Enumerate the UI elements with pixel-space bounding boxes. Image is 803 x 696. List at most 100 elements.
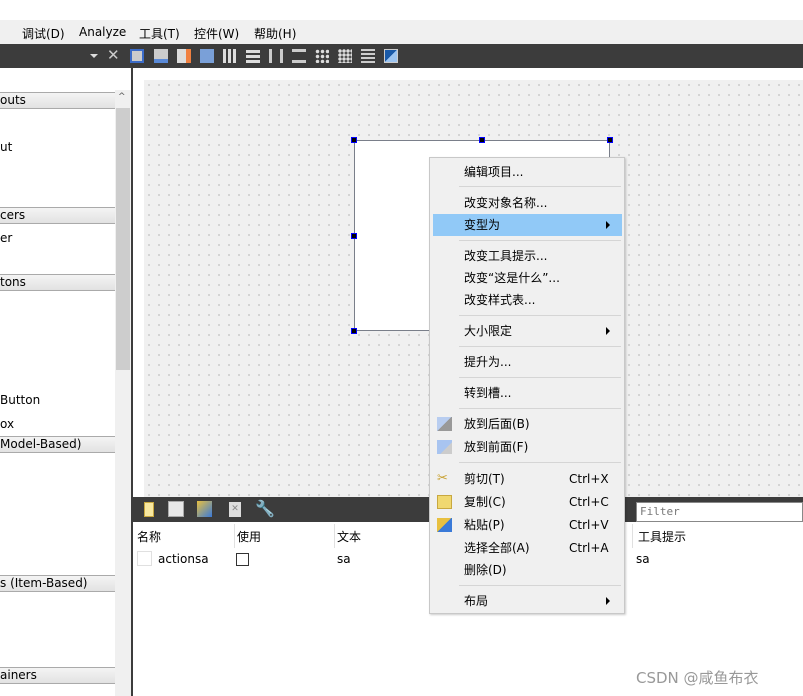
column-divider [632,524,633,548]
category-layouts[interactable]: outs [0,92,115,109]
widget-item[interactable]: ox [0,417,14,431]
watermark: CSDN @咸鱼布衣 [636,669,759,687]
menu-item-label: 改变样式表... [464,293,536,307]
submenu-arrow-icon [606,221,610,229]
menu-separator [459,462,621,463]
layout-horizontal-icon[interactable] [223,49,237,63]
scrollbar-thumb[interactable] [116,108,130,370]
submenu-arrow-icon [606,597,610,605]
copy-icon [437,495,452,509]
menu-item-label: 布局 [464,594,489,608]
column-divider [334,524,335,548]
resize-handle[interactable] [479,137,485,143]
menu-item-label: 改变“这是什么”... [464,271,560,285]
action-text: sa [337,552,351,566]
category-containers[interactable]: ainers [0,667,115,684]
close-icon[interactable]: ✕ [107,46,120,64]
layout-vertical-icon[interactable] [246,49,260,63]
menu-item-cut[interactable]: ✂ 剪切(T) Ctrl+X [433,468,622,490]
shortcut: Ctrl+A [569,541,609,555]
column-divider [234,524,235,548]
edit-signals-slots-icon[interactable] [154,49,168,63]
shortcut: Ctrl+X [569,472,609,486]
menu-item-promote-to[interactable]: 提升为... [433,351,622,373]
menu-item-label: 转到槽... [464,386,512,400]
edit-buddies-icon[interactable] [177,49,191,63]
menu-item-label: 放到后面(B) [464,417,530,431]
send-to-back-icon [437,417,452,431]
resize-handle[interactable] [351,233,357,239]
menu-debug[interactable]: 调试(D) [22,25,65,42]
menu-separator [459,585,621,586]
menu-item-change-whats-this[interactable]: 改变“这是什么”... [433,267,622,289]
menu-help[interactable]: 帮助(H) [254,25,296,42]
wrench-icon[interactable]: 🔧 [255,499,275,518]
category-item-widgets[interactable]: s (Item-Based) [0,575,115,592]
menu-item-label: 编辑项目... [464,165,524,179]
menu-separator [459,377,621,378]
menu-item-change-stylesheet[interactable]: 改变样式表... [433,289,622,311]
menu-tools[interactable]: 工具(T) [139,25,180,42]
category-buttons[interactable]: tons [0,274,115,291]
category-item-views[interactable]: Model-Based) [0,436,115,453]
menu-item-select-all[interactable]: 选择全部(A) Ctrl+A [433,537,622,559]
menu-item-label: 复制(C) [464,495,506,509]
column-header-name[interactable]: 名称 [137,528,161,545]
menu-item-label: 剪切(T) [464,472,505,486]
menu-item-label: 提升为... [464,355,512,369]
layout-form-icon[interactable] [315,49,329,63]
menu-item-send-to-back[interactable]: 放到后面(B) [433,413,622,435]
scroll-up-icon[interactable]: ^ [118,92,126,102]
action-name: actionsa [158,552,209,566]
menu-separator [459,346,621,347]
menu-item-label: 选择全部(A) [464,541,530,555]
menu-item-change-object-name[interactable]: 改变对象名称... [433,192,622,214]
menu-item-layout[interactable]: 布局 [433,590,622,612]
resize-handle[interactable] [351,328,357,334]
dropdown-arrow-icon[interactable] [90,54,98,58]
menu-item-bring-to-front[interactable]: 放到前面(F) [433,436,622,458]
menu-item-paste[interactable]: 粘贴(P) Ctrl+V [433,514,622,536]
menu-item-label: 大小限定 [464,324,513,338]
resize-handle[interactable] [607,137,613,143]
menu-item-change-tooltip[interactable]: 改变工具提示... [433,245,622,267]
paste-action-icon[interactable] [197,501,212,517]
category-spacers[interactable]: cers [0,207,115,224]
menu-item-label: 删除(D) [464,563,507,577]
menu-item-edit-items[interactable]: 编辑项目... [433,161,622,183]
menu-item-go-to-slot[interactable]: 转到槽... [433,382,622,404]
edit-widgets-icon[interactable] [130,49,144,63]
menu-analyze[interactable]: Analyze [79,25,126,39]
column-header-used[interactable]: 使用 [237,528,261,545]
new-action-icon[interactable] [144,502,154,517]
menu-item-morph-into[interactable]: 变型为 [433,214,622,236]
menu-separator [459,186,621,187]
menu-separator [459,240,621,241]
copy-action-icon[interactable] [168,501,184,517]
layout-grid-icon[interactable] [338,49,352,63]
widget-item[interactable]: ut [0,140,12,154]
adjust-size-icon[interactable] [384,49,398,63]
edit-tab-order-icon[interactable] [200,49,214,63]
menu-separator [459,315,621,316]
column-header-text[interactable]: 文本 [337,528,361,545]
layout-horizontal-splitter-icon[interactable] [269,49,283,63]
shortcut: Ctrl+C [569,495,609,509]
column-header-tooltip[interactable]: 工具提示 [638,528,686,545]
action-tooltip: sa [636,552,650,566]
menu-widgets[interactable]: 控件(W) [194,25,239,42]
filter-input[interactable]: Filter [636,502,803,522]
menubar: 调试(D) Analyze 工具(T) 控件(W) 帮助(H) [0,20,803,44]
menu-item-size-constraints[interactable]: 大小限定 [433,320,622,342]
resize-handle[interactable] [351,137,357,143]
used-checkbox[interactable] [236,553,249,566]
widget-item[interactable]: er [0,231,12,245]
toolbar: ✕ [0,44,803,68]
menu-item-delete[interactable]: 删除(D) [433,559,622,581]
scrollbar[interactable]: ^ [115,90,131,696]
break-layout-icon[interactable] [361,49,375,63]
menu-item-copy[interactable]: 复制(C) Ctrl+C [433,491,622,513]
widget-item[interactable]: Button [0,393,40,407]
layout-vertical-splitter-icon[interactable] [292,49,306,63]
delete-action-icon[interactable]: ✕ [229,502,241,517]
